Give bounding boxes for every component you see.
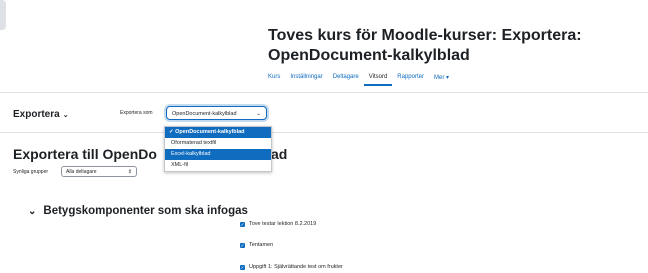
- export-format-dropdown: ✓ OpenDocument-kalkylblad Oformaterad te…: [164, 126, 272, 172]
- visible-groups-label: Synliga grupper: [13, 169, 49, 175]
- component-label: Tentamen: [249, 242, 274, 248]
- export-menu-button[interactable]: Exportera ⌄: [13, 109, 69, 120]
- dropdown-option-xml[interactable]: XML-fil: [165, 160, 271, 171]
- dropdown-option-opendocument[interactable]: ✓ OpenDocument-kalkylblad: [165, 127, 271, 138]
- checkbox-checked[interactable]: ✓: [240, 221, 245, 227]
- checkbox-checked[interactable]: ✓: [240, 242, 245, 248]
- visible-groups-value: Alla deltagare: [66, 169, 97, 175]
- export-format-select[interactable]: OpenDocument-kalkylblad ⌄: [166, 106, 267, 120]
- tab-rapporter[interactable]: Rapporter: [392, 74, 429, 86]
- tab-kurs[interactable]: Kurs: [268, 74, 285, 86]
- component-item: ✓ Tove testar lektion 8.2.2019: [240, 221, 316, 227]
- page-title: Exportera till OpenDo: [13, 146, 157, 162]
- visible-groups-select[interactable]: Alla deltagare ⇕: [61, 166, 137, 177]
- chevron-down-icon: ⌄: [62, 112, 69, 119]
- page-title-tail: ad: [271, 146, 288, 162]
- export-as-label: Exportera som: [120, 110, 153, 116]
- sort-arrows-icon: ⇕: [127, 169, 132, 175]
- tab-mer[interactable]: Mer ▾: [429, 74, 454, 86]
- course-navigation: Kurs Inställningar Deltagare Vitsord Rap…: [268, 74, 454, 86]
- tab-deltagare[interactable]: Deltagare: [328, 74, 364, 86]
- components-section-toggle[interactable]: ⌄ Betygskomponenter som ska infogas: [28, 205, 248, 217]
- component-label: Tove testar lektion 8.2.2019: [249, 221, 317, 227]
- course-title: Toves kurs för Moodle-kurser: Exportera:…: [268, 27, 582, 64]
- component-item: ✓ Uppgift 1: Självrättande test om frukt…: [240, 264, 343, 270]
- component-item: ✓ Tentamen: [240, 242, 273, 248]
- chevron-down-icon: ⌄: [28, 206, 37, 217]
- dropdown-option-excel[interactable]: Excel-kalkylblad: [165, 149, 271, 160]
- export-format-value: OpenDocument-kalkylblad: [172, 111, 237, 117]
- header-divider: [0, 132, 648, 133]
- dropdown-option-textfil[interactable]: Oformaterad textfil: [165, 138, 271, 149]
- chevron-down-icon: ⌄: [256, 111, 261, 117]
- export-heading-label: Exportera: [13, 109, 60, 120]
- nav-divider: [0, 92, 648, 93]
- checkbox-checked[interactable]: ✓: [240, 264, 245, 270]
- tab-installningar[interactable]: Inställningar: [285, 74, 327, 86]
- component-label: Uppgift 1: Självrättande test om frukter: [249, 264, 343, 270]
- components-heading: Betygskomponenter som ska infogas: [43, 205, 248, 217]
- sidebar-edge: [0, 0, 6, 30]
- tab-vitsord[interactable]: Vitsord: [363, 74, 393, 86]
